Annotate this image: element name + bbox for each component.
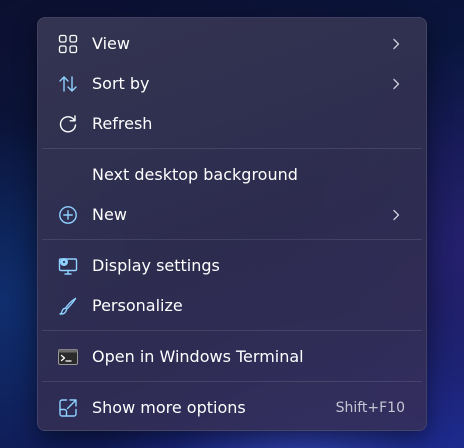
menu-item-label: Refresh xyxy=(92,114,153,133)
menu-item-label: New xyxy=(92,205,127,224)
menu-item-next-desktop-background[interactable]: Next desktop background xyxy=(42,157,422,193)
menu-item-refresh[interactable]: Refresh xyxy=(42,106,422,142)
menu-item-display-settings[interactable]: Display settings xyxy=(42,248,422,284)
keyboard-shortcut: Shift+F10 xyxy=(335,400,405,416)
refresh-icon xyxy=(58,114,78,134)
menu-item-new[interactable]: New xyxy=(42,197,422,233)
plus-circle-icon xyxy=(58,205,78,225)
display-settings-icon xyxy=(58,256,78,276)
grid-icon xyxy=(58,34,78,54)
chevron-right-icon xyxy=(390,78,402,90)
menu-item-view[interactable]: View xyxy=(42,26,422,62)
terminal-icon xyxy=(58,347,78,367)
menu-item-label: Display settings xyxy=(92,256,220,275)
menu-separator xyxy=(42,148,422,149)
menu-separator xyxy=(42,381,422,382)
menu-item-sort-by[interactable]: Sort by xyxy=(42,66,422,102)
menu-item-open-in-windows-terminal[interactable]: Open in Windows Terminal xyxy=(42,339,422,375)
menu-item-label: Personalize xyxy=(92,296,183,315)
menu-item-label: Open in Windows Terminal xyxy=(92,347,304,366)
menu-item-label: Show more options xyxy=(92,398,246,417)
menu-item-label: Sort by xyxy=(92,74,150,93)
menu-separator xyxy=(42,239,422,240)
brush-icon xyxy=(58,296,78,316)
sort-arrows-icon xyxy=(58,74,78,94)
menu-item-show-more-options[interactable]: Show more options Shift+F10 xyxy=(42,390,422,426)
menu-item-label: Next desktop background xyxy=(92,165,298,184)
chevron-right-icon xyxy=(390,209,402,221)
menu-separator xyxy=(42,330,422,331)
menu-item-personalize[interactable]: Personalize xyxy=(42,288,422,324)
menu-item-label: View xyxy=(92,34,130,53)
chevron-right-icon xyxy=(390,38,402,50)
desktop-context-menu: View Sort by Refresh Next desktop backgr… xyxy=(37,17,427,431)
open-external-icon xyxy=(58,398,78,418)
